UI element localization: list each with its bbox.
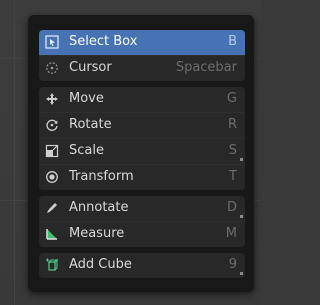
menu-item-measure[interactable]: Measure M — [39, 221, 245, 247]
rotate-icon — [45, 118, 59, 132]
menu-item-label: Add Cube — [69, 257, 132, 272]
scale-icon — [45, 144, 59, 158]
menu-item-scale[interactable]: Scale S — [39, 138, 245, 164]
menu-item-label: Cursor — [69, 60, 112, 75]
shortcut-key: 9 — [228, 257, 237, 272]
menu-item-select-box[interactable]: Select Box B — [39, 30, 245, 55]
menu-item-label: Annotate — [69, 200, 129, 215]
menu-item-add-cube[interactable]: Add Cube 9 — [39, 253, 245, 278]
shortcut-key: Spacebar — [175, 60, 237, 75]
menu-item-move[interactable]: Move G — [39, 87, 245, 112]
tool-pie-menu: Select Box B Cursor Spacebar Move G Rota… — [28, 15, 254, 292]
menu-item-label: Move — [69, 91, 104, 106]
submenu-indicator-icon — [240, 272, 243, 275]
shortcut-key: R — [227, 117, 237, 132]
menu-group-annotation: Annotate D Measure M — [39, 196, 245, 247]
transform-icon — [45, 170, 59, 184]
menu-group-selection: Select Box B Cursor Spacebar — [39, 30, 245, 81]
menu-item-cursor[interactable]: Cursor Spacebar — [39, 55, 245, 81]
measure-icon — [45, 227, 59, 241]
annotate-icon — [45, 201, 59, 215]
menu-item-annotate[interactable]: Annotate D — [39, 196, 245, 221]
shortcut-key: G — [226, 91, 237, 106]
menu-item-rotate[interactable]: Rotate R — [39, 112, 245, 138]
select-box-icon — [45, 35, 59, 49]
shortcut-key: D — [226, 200, 237, 215]
menu-item-label: Measure — [69, 226, 125, 241]
menu-item-label: Select Box — [69, 34, 138, 49]
shortcut-key: B — [228, 34, 237, 49]
menu-item-label: Transform — [69, 169, 134, 184]
grid-line — [14, 0, 15, 305]
shortcut-key: S — [228, 143, 237, 158]
shortcut-key: T — [229, 169, 237, 184]
submenu-indicator-icon — [240, 158, 243, 161]
move-icon — [45, 92, 59, 106]
menu-item-label: Rotate — [69, 117, 112, 132]
menu-item-transform[interactable]: Transform T — [39, 164, 245, 190]
menu-group-transform: Move G Rotate R Scale S Transform T — [39, 87, 245, 190]
shortcut-key: M — [225, 226, 237, 241]
add-cube-icon — [45, 258, 59, 272]
submenu-indicator-icon — [240, 215, 243, 218]
menu-item-label: Scale — [69, 143, 104, 158]
menu-group-add: Add Cube 9 — [39, 253, 245, 278]
cursor-icon — [45, 61, 59, 75]
